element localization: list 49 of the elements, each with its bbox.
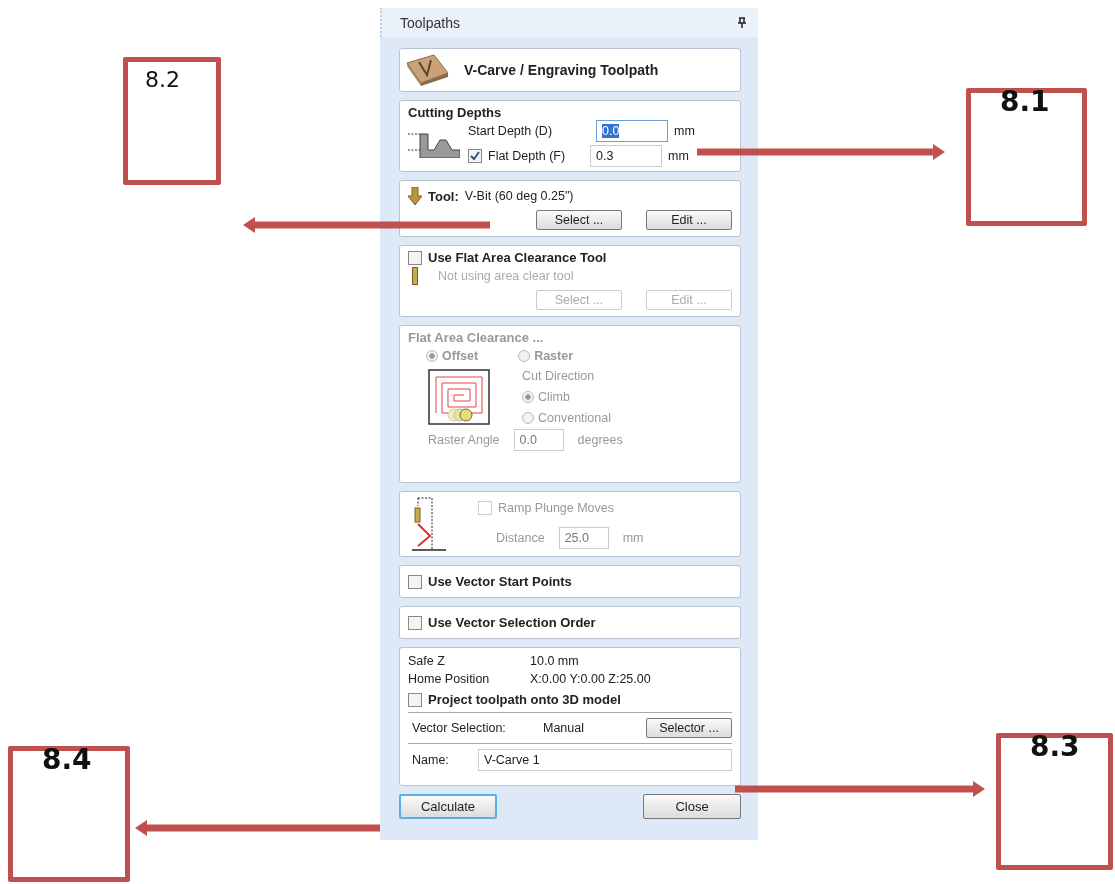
section-title: Flat Area Clearance ...: [408, 330, 545, 345]
unit-label: mm: [668, 149, 690, 163]
selector-button[interactable]: Selector ...: [646, 718, 732, 738]
setting-value: X:0.00 Y:0.00 Z:25.00: [530, 672, 651, 688]
pin-icon[interactable]: [738, 17, 746, 28]
callout-label: 8.3: [1030, 733, 1080, 765]
dialog-button[interactable]: Calculate: [399, 794, 497, 819]
unit-label: mm: [622, 531, 644, 545]
setting-label: Home Position: [408, 672, 491, 688]
tool-button[interactable]: Edit ...: [646, 210, 732, 230]
checkbox[interactable]: [408, 574, 422, 589]
toolpath-title: V-Carve / Engraving Toolpath: [464, 62, 659, 78]
field-label: Flat Depth (F): [488, 149, 567, 163]
checkbox[interactable]: [408, 692, 422, 707]
option-label: Use Vector Selection Order: [428, 615, 596, 630]
name-label: Name:: [412, 753, 450, 767]
carved-tile-icon: [404, 53, 450, 87]
offset-spiral-icon: [428, 369, 490, 425]
flat-depth-field[interactable]: 0.3: [590, 145, 662, 167]
setting-value: 10.0 mm: [530, 654, 579, 670]
option-label: Ramp Plunge Moves: [498, 501, 615, 515]
callout-label: 8.2: [145, 69, 180, 91]
vector-selection-label: Vector Selection:: [412, 721, 507, 735]
checkbox[interactable]: [468, 149, 482, 163]
field-label: Start Depth (D): [468, 124, 554, 138]
cut-direction-label: Cut Direction: [522, 369, 596, 383]
tool-bit-icon: [408, 187, 422, 205]
option-label: Use Vector Start Points: [428, 574, 572, 589]
vector-selection-value: Manual: [543, 721, 585, 735]
panel-title: Toolpaths: [400, 14, 460, 31]
checkbox[interactable]: [408, 615, 422, 630]
option-label: Project toolpath onto 3D model: [428, 692, 621, 707]
tool-button[interactable]: Select ...: [536, 210, 622, 230]
distance-label: Distance: [496, 531, 545, 545]
dialog-button[interactable]: Close: [643, 794, 741, 819]
name-field[interactable]: V-Carve 1: [478, 749, 732, 771]
end-mill-icon: [412, 267, 418, 285]
unit-label: degrees: [577, 433, 623, 447]
ramp-plunge-drawing: [412, 496, 448, 552]
setting-label: Safe Z: [408, 654, 446, 670]
raster-angle-label: Raster Angle: [428, 433, 500, 447]
option-label: Use Flat Area Clearance Tool: [428, 250, 607, 265]
tool-label: Tool:: [428, 188, 459, 204]
unit-label: mm: [674, 124, 696, 138]
status-text: Not using area clear tool: [438, 269, 574, 283]
tool-value: V-Bit (60 deg 0.25"): [464, 189, 574, 203]
callout-label: 8.4: [42, 746, 92, 778]
section-title: Cutting Depths: [408, 105, 503, 120]
start-depth-field[interactable]: 0.0: [596, 120, 668, 142]
